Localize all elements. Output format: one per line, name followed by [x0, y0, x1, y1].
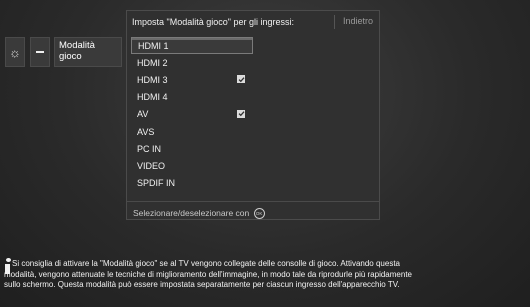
back-button[interactable]: Indietro [343, 16, 373, 26]
settings-tile[interactable]: ☼ [5, 37, 25, 67]
checkbox-checked-icon[interactable] [237, 109, 245, 118]
game-mode-input-panel: Imposta "Modalità gioco" per gli ingress… [126, 10, 380, 220]
input-row[interactable]: PC IN [131, 140, 377, 157]
more-icon [36, 51, 44, 53]
info-text: Si consiglia di attivare la "Modalità gi… [4, 259, 517, 291]
gear-icon: ☼ [9, 44, 21, 60]
input-label: SPDIF IN [137, 178, 176, 189]
input-row[interactable]: AVS [131, 123, 377, 140]
input-row[interactable]: HDMI 1 [131, 37, 253, 55]
panel-title: Imposta "Modalità gioco" per gli ingress… [132, 17, 294, 27]
ok-button-icon: OK [253, 208, 265, 220]
footer-hint-text: Selezionare/deselezionare con [133, 208, 250, 218]
input-row[interactable]: SPDIF IN [131, 175, 377, 192]
info-line-3: sullo schermo. Questa modalità può esser… [4, 280, 400, 289]
input-label: HDMI 1 [138, 40, 169, 51]
game-mode-label-line1: Modalità [59, 40, 95, 51]
game-mode-menu-item[interactable]: Modalità gioco [54, 37, 122, 67]
panel-footer: Selezionare/deselezionare con OK [127, 201, 379, 222]
input-label: AV [137, 109, 149, 120]
input-label: HDMI 3 [137, 74, 168, 85]
input-label: VIDEO [137, 160, 166, 171]
info-line-2: modalità, vengono attenuate le tecniche … [4, 269, 412, 279]
input-row[interactable]: HDMI 2 [131, 54, 377, 71]
input-row[interactable]: HDMI 4 [131, 89, 377, 106]
panel-header: Imposta "Modalità gioco" per gli ingress… [127, 11, 379, 33]
input-label: AVS [137, 126, 155, 137]
input-row[interactable]: HDMI 3 [131, 71, 377, 88]
input-row[interactable]: VIDEO [131, 157, 377, 174]
input-label: HDMI 2 [137, 57, 168, 68]
header-divider [334, 15, 335, 29]
footer-hint: Selezionare/deselezionare con OK [133, 208, 265, 220]
game-mode-label-line2: gioco [59, 51, 82, 62]
tv-settings-screen: { "sidebar": { "gear_icon": "gear-icon",… [0, 0, 530, 307]
checkbox-checked-icon[interactable] [237, 75, 245, 84]
input-label: PC IN [137, 143, 162, 154]
input-row[interactable]: AV [131, 106, 377, 123]
info-line-1: Si consiglia di attivare la "Modalità gi… [12, 259, 400, 268]
input-list: HDMI 1 HDMI 2 HDMI 3 HDMI 4 AV AVS PC IN VIDEO S… [131, 37, 377, 192]
more-tile[interactable] [30, 37, 50, 67]
input-label: HDMI 4 [137, 92, 168, 103]
